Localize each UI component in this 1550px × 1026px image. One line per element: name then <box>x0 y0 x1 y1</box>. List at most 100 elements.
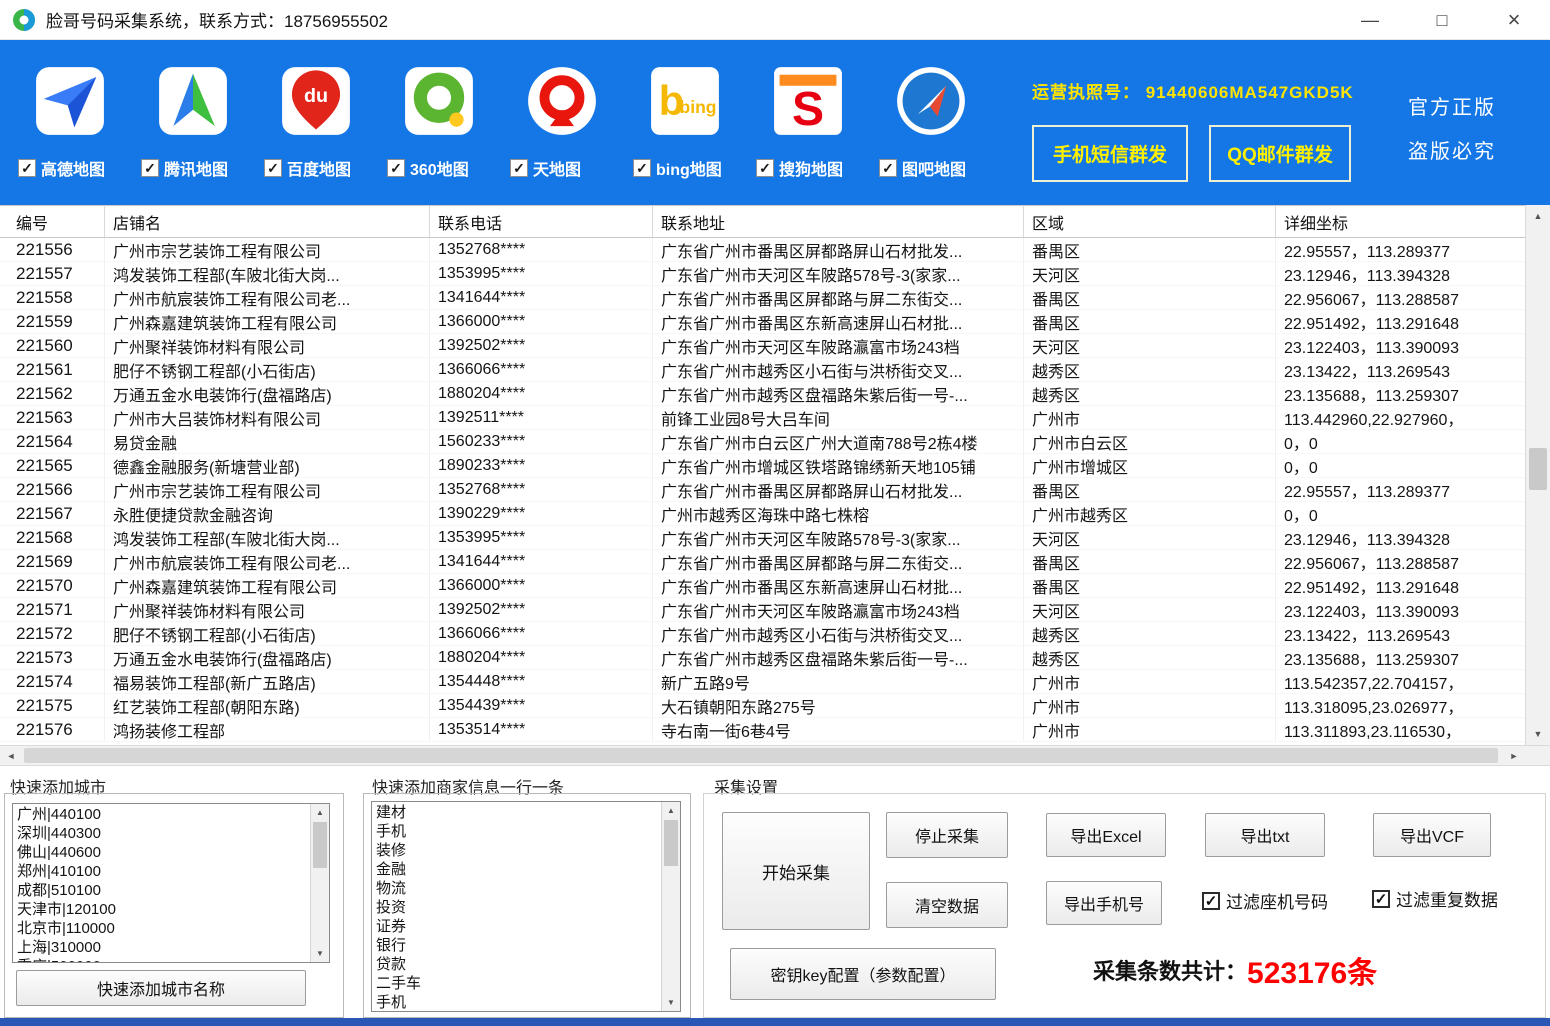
scroll-down-arrow[interactable]: ▼ <box>1526 723 1550 745</box>
qq-mail-bulk-button[interactable]: QQ邮件群发 <box>1209 125 1351 182</box>
column-header-id[interactable]: 编号 <box>8 206 105 237</box>
stop-collect-button[interactable]: 停止采集 <box>886 812 1008 858</box>
window-title: 脸哥号码采集系统，联系方式：18756955502 <box>46 7 388 32</box>
business-list-item[interactable]: 手机 <box>376 993 657 1011</box>
business-listbox[interactable]: 建材手机装修金融物流投资证券银行贷款二手车手机 ▲ ▼ <box>371 801 681 1012</box>
cell-name: 广州市航宸装饰工程有限公司老... <box>105 286 430 309</box>
city-list-item[interactable]: 上海|310000 <box>17 938 306 957</box>
cell-id: 221557 <box>8 262 105 285</box>
scroll-up-arrow[interactable]: ▲ <box>311 804 329 821</box>
table-row[interactable]: 221569广州市航宸装饰工程有限公司老...1341644****广东省广州市… <box>0 550 1525 574</box>
table-row[interactable]: 221564易贷金融1560233****广东省广州市白云区广州大道南788号2… <box>0 430 1525 454</box>
scroll-up-arrow[interactable]: ▲ <box>1526 205 1550 227</box>
business-list-item[interactable]: 手机 <box>376 822 657 841</box>
business-list-item[interactable]: 银行 <box>376 936 657 955</box>
table-row[interactable]: 221568鸿发装饰工程部(车陂北街大岗...1353995****广东省广州市… <box>0 526 1525 550</box>
business-list-item[interactable]: 金融 <box>376 860 657 879</box>
close-button[interactable]: × <box>1478 0 1550 40</box>
city-list-item[interactable]: 佛山|440600 <box>17 843 306 862</box>
map360-checkbox[interactable]: ✓ <box>387 159 405 177</box>
map-source-list: ✓高德地图✓腾讯地图du✓百度地图✓360地图✓天地图bbing✓bing地图S… <box>8 66 992 180</box>
column-header-address[interactable]: 联系地址 <box>653 206 1024 237</box>
scroll-down-arrow[interactable]: ▼ <box>311 945 329 962</box>
filter-landline-checkbox[interactable]: ✓ <box>1202 892 1220 910</box>
city-list-item[interactable]: 深圳|440300 <box>17 824 306 843</box>
cell-name: 广州森嘉建筑装饰工程有限公司 <box>105 310 430 333</box>
city-listbox[interactable]: 广州|440100深圳|440300佛山|440600郑州|410100成都|5… <box>12 803 330 963</box>
scroll-left-arrow[interactable]: ◄ <box>0 746 22 765</box>
business-list-item[interactable]: 贷款 <box>376 955 657 974</box>
business-list-item[interactable]: 证券 <box>376 917 657 936</box>
filter-landline: ✓ 过滤座机号码 <box>1202 888 1328 913</box>
column-header-phone[interactable]: 联系电话 <box>430 206 653 237</box>
maximize-button[interactable]: □ <box>1406 0 1478 40</box>
sogou-checkbox[interactable]: ✓ <box>756 159 774 177</box>
business-list-item[interactable]: 物流 <box>376 879 657 898</box>
table-row[interactable]: 221557鸿发装饰工程部(车陂北街大岗...1353995****广东省广州市… <box>0 262 1525 286</box>
horizontal-scroll-thumb[interactable] <box>24 748 1498 763</box>
table-row[interactable]: 221556广州市宗艺装饰工程有限公司1352768****广东省广州市番禺区屏… <box>0 238 1525 262</box>
filter-duplicate-checkbox[interactable]: ✓ <box>1372 890 1390 908</box>
business-list-item[interactable]: 装修 <box>376 841 657 860</box>
business-scroll-thumb[interactable] <box>664 820 678 866</box>
column-header-region[interactable]: 区域 <box>1024 206 1276 237</box>
cell-phone: 1341644**** <box>430 286 653 309</box>
start-collect-button[interactable]: 开始采集 <box>722 812 870 930</box>
table-row[interactable]: 221566广州市宗艺装饰工程有限公司1352768****广东省广州市番禺区屏… <box>0 478 1525 502</box>
table-row[interactable]: 221570广州森嘉建筑装饰工程有限公司1366000****广东省广州市番禺区… <box>0 574 1525 598</box>
table-row[interactable]: 221572肥仔不锈钢工程部(小石街店)1366066****广东省广州市越秀区… <box>0 622 1525 646</box>
table-row[interactable]: 221565德鑫金融服务(新塘营业部)1890233****广东省广州市增城区铁… <box>0 454 1525 478</box>
city-list-item[interactable]: 郑州|410100 <box>17 862 306 881</box>
cell-name: 广州聚祥装饰材料有限公司 <box>105 334 430 357</box>
scroll-down-arrow[interactable]: ▼ <box>662 994 680 1011</box>
business-list-item[interactable]: 二手车 <box>376 974 657 993</box>
table-row[interactable]: 221574福易装饰工程部(新广五路店)1354448****新广五路9号广州市… <box>0 670 1525 694</box>
city-scroll-thumb[interactable] <box>313 822 327 868</box>
tencent-checkbox[interactable]: ✓ <box>141 159 159 177</box>
scroll-up-arrow[interactable]: ▲ <box>662 802 680 819</box>
export-phone-button[interactable]: 导出手机号 <box>1046 881 1162 925</box>
cell-address: 广东省广州市越秀区盘福路朱紫后街一号-... <box>653 382 1024 405</box>
table-row[interactable]: 221560广州聚祥装饰材料有限公司1392502****广东省广州市天河区车陂… <box>0 334 1525 358</box>
city-list-item[interactable]: 广州|440100 <box>17 805 306 824</box>
export-excel-button[interactable]: 导出Excel <box>1046 813 1166 857</box>
cell-region: 越秀区 <box>1024 622 1276 645</box>
city-list-item[interactable]: 重庆|500000 <box>17 957 306 962</box>
table-row[interactable]: 221559广州森嘉建筑装饰工程有限公司1366000****广东省广州市番禺区… <box>0 310 1525 334</box>
cell-coords: 113.318095,23.026977， <box>1276 694 1525 717</box>
cell-name: 广州市宗艺装饰工程有限公司 <box>105 478 430 501</box>
baidu-checkbox[interactable]: ✓ <box>264 159 282 177</box>
bing-checkbox[interactable]: ✓ <box>633 159 651 177</box>
key-config-button[interactable]: 密钥key配置（参数配置） <box>730 948 996 1000</box>
export-txt-button[interactable]: 导出txt <box>1205 813 1325 857</box>
table-row[interactable]: 221576鸿扬装修工程部1353514****寺右南一街6巷4号广州市113.… <box>0 718 1525 742</box>
column-header-name[interactable]: 店铺名 <box>105 206 430 237</box>
table-row[interactable]: 221567永胜便捷贷款金融咨询1390229****广州市越秀区海珠中路七株榕… <box>0 502 1525 526</box>
tencent-label: 腾讯地图 <box>164 156 228 180</box>
table-row[interactable]: 221561肥仔不锈钢工程部(小石街店)1366066****广东省广州市越秀区… <box>0 358 1525 382</box>
table-row[interactable]: 221571广州聚祥装饰材料有限公司1392502****广东省广州市天河区车陂… <box>0 598 1525 622</box>
clear-data-button[interactable]: 清空数据 <box>886 882 1008 928</box>
table-row[interactable]: 221573万通五金水电装饰行(盘福路店)1880204****广东省广州市越秀… <box>0 646 1525 670</box>
vertical-scroll-thumb[interactable] <box>1529 448 1547 490</box>
table-row[interactable]: 221563广州市大吕装饰材料有限公司1392511****前锋工业园8号大吕车… <box>0 406 1525 430</box>
business-list-item[interactable]: 建材 <box>376 803 657 822</box>
city-list-item[interactable]: 北京市|110000 <box>17 919 306 938</box>
cell-address: 广东省广州市番禺区屏都路屏山石材批发... <box>653 478 1024 501</box>
add-city-button[interactable]: 快速添加城市名称 <box>16 970 306 1006</box>
table-row[interactable]: 221575红艺装饰工程部(朝阳东路)1354439****大石镇朝阳东路275… <box>0 694 1525 718</box>
column-header-coords[interactable]: 详细坐标 <box>1276 206 1525 237</box>
scroll-right-arrow[interactable]: ► <box>1503 746 1525 765</box>
table-row[interactable]: 221562万通五金水电装饰行(盘福路店)1880204****广东省广州市越秀… <box>0 382 1525 406</box>
city-list-item[interactable]: 成都|510100 <box>17 881 306 900</box>
minimize-button[interactable]: — <box>1334 0 1406 40</box>
cell-region: 番禺区 <box>1024 310 1276 333</box>
business-list-item[interactable]: 投资 <box>376 898 657 917</box>
sms-bulk-button[interactable]: 手机短信群发 <box>1032 125 1188 182</box>
tuba-checkbox[interactable]: ✓ <box>879 159 897 177</box>
export-vcf-button[interactable]: 导出VCF <box>1373 813 1491 857</box>
tianditu-checkbox[interactable]: ✓ <box>510 159 528 177</box>
table-row[interactable]: 221558广州市航宸装饰工程有限公司老...1341644****广东省广州市… <box>0 286 1525 310</box>
gaode-checkbox[interactable]: ✓ <box>18 159 36 177</box>
city-list-item[interactable]: 天津市|120100 <box>17 900 306 919</box>
